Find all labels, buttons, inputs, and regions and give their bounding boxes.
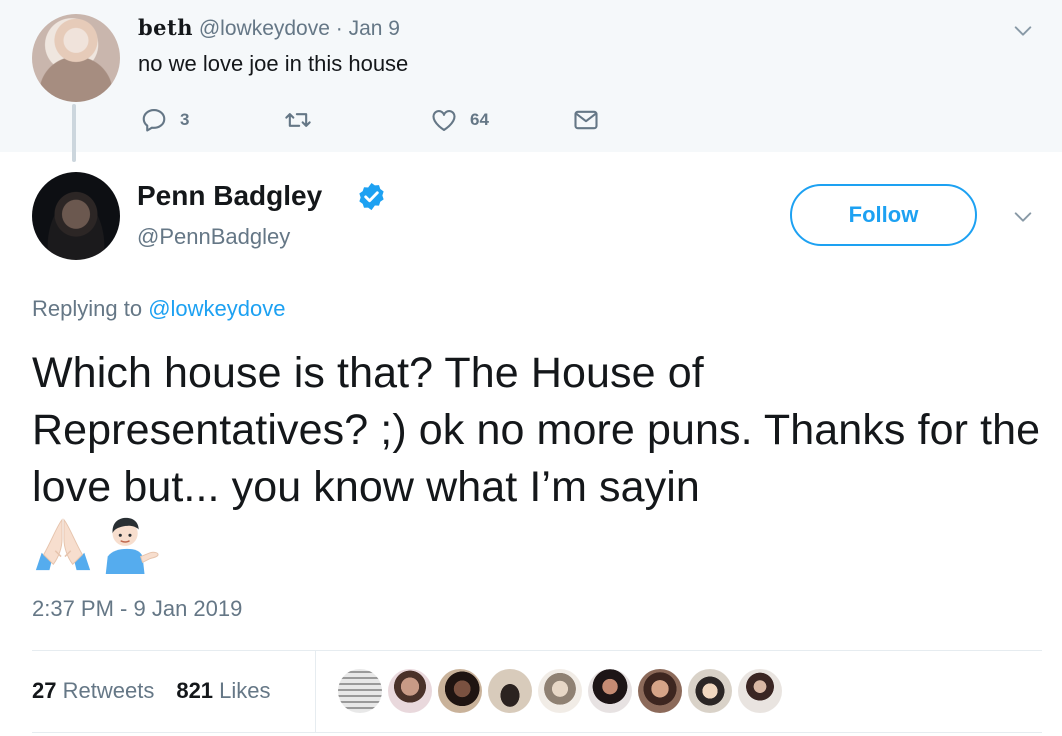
author-avatar[interactable]	[32, 172, 120, 260]
author-handle[interactable]: @PennBadgley	[137, 224, 290, 250]
envelope-icon	[574, 110, 598, 130]
liker-avatar[interactable]	[388, 669, 432, 713]
replying-prefix: Replying to	[32, 296, 143, 321]
reply-icon	[142, 109, 166, 132]
parent-action-bar: 3 64	[140, 104, 610, 136]
retweets-label: Retweets	[62, 678, 155, 703]
likes-count: 821	[176, 678, 214, 703]
parent-display-name[interactable]: beth	[138, 15, 193, 40]
chevron-down-icon[interactable]	[1012, 20, 1034, 42]
liker-avatar[interactable]	[538, 669, 582, 713]
parent-tweet-header: beth @lowkeydove · Jan 9	[138, 16, 400, 41]
liker-avatars	[338, 669, 782, 713]
replying-to: Replying to @lowkeydove	[32, 296, 286, 322]
verified-badge-icon	[356, 181, 387, 212]
retweet-icon	[285, 113, 311, 127]
liker-avatar[interactable]	[438, 669, 482, 713]
likes-stat[interactable]: 821 Likes	[176, 678, 270, 704]
parent-avatar[interactable]	[32, 14, 120, 102]
parent-date[interactable]: Jan 9	[349, 17, 400, 40]
like-count: 64	[470, 110, 489, 129]
liker-avatar[interactable]	[588, 669, 632, 713]
author-display-name[interactable]: Penn Badgley	[137, 180, 322, 212]
tweet-text: Which house is that? The House of Repres…	[32, 349, 1041, 511]
parent-handle[interactable]: @lowkeydove	[199, 17, 330, 40]
chevron-down-icon[interactable]	[1012, 206, 1034, 228]
person-tipping-hand-emoji	[105, 517, 159, 574]
liker-avatar[interactable]	[338, 669, 382, 713]
follow-button[interactable]: Follow	[790, 184, 977, 246]
folded-hands-emoji	[35, 518, 91, 571]
direct-message-button[interactable]	[572, 104, 600, 136]
thread-connector-line	[72, 104, 76, 162]
heart-icon	[432, 110, 456, 131]
reply-button[interactable]: 3	[140, 104, 189, 136]
tweet-timestamp[interactable]: 2:37 PM - 9 Jan 2019	[32, 596, 242, 622]
stats-bottom-divider	[32, 732, 1042, 733]
liker-avatar[interactable]	[738, 669, 782, 713]
parent-separator: ·	[335, 17, 343, 40]
likes-label: Likes	[219, 678, 271, 703]
reply-count: 3	[180, 110, 190, 129]
retweet-button[interactable]	[284, 104, 312, 136]
retweets-count: 27	[32, 678, 57, 703]
liker-avatar[interactable]	[688, 669, 732, 713]
replying-mention-link[interactable]: @lowkeydove	[148, 296, 285, 321]
liker-avatar[interactable]	[488, 669, 532, 713]
tweet-stats: 27 Retweets 821 Likes	[32, 650, 316, 732]
liker-avatar[interactable]	[638, 669, 682, 713]
like-button[interactable]: 64	[430, 104, 489, 136]
tweet-emojis	[32, 512, 160, 576]
retweets-stat[interactable]: 27 Retweets	[32, 678, 154, 704]
parent-tweet[interactable]: beth @lowkeydove · Jan 9 no we love joe …	[0, 0, 1062, 152]
parent-tweet-text: no we love joe in this house	[138, 51, 409, 76]
